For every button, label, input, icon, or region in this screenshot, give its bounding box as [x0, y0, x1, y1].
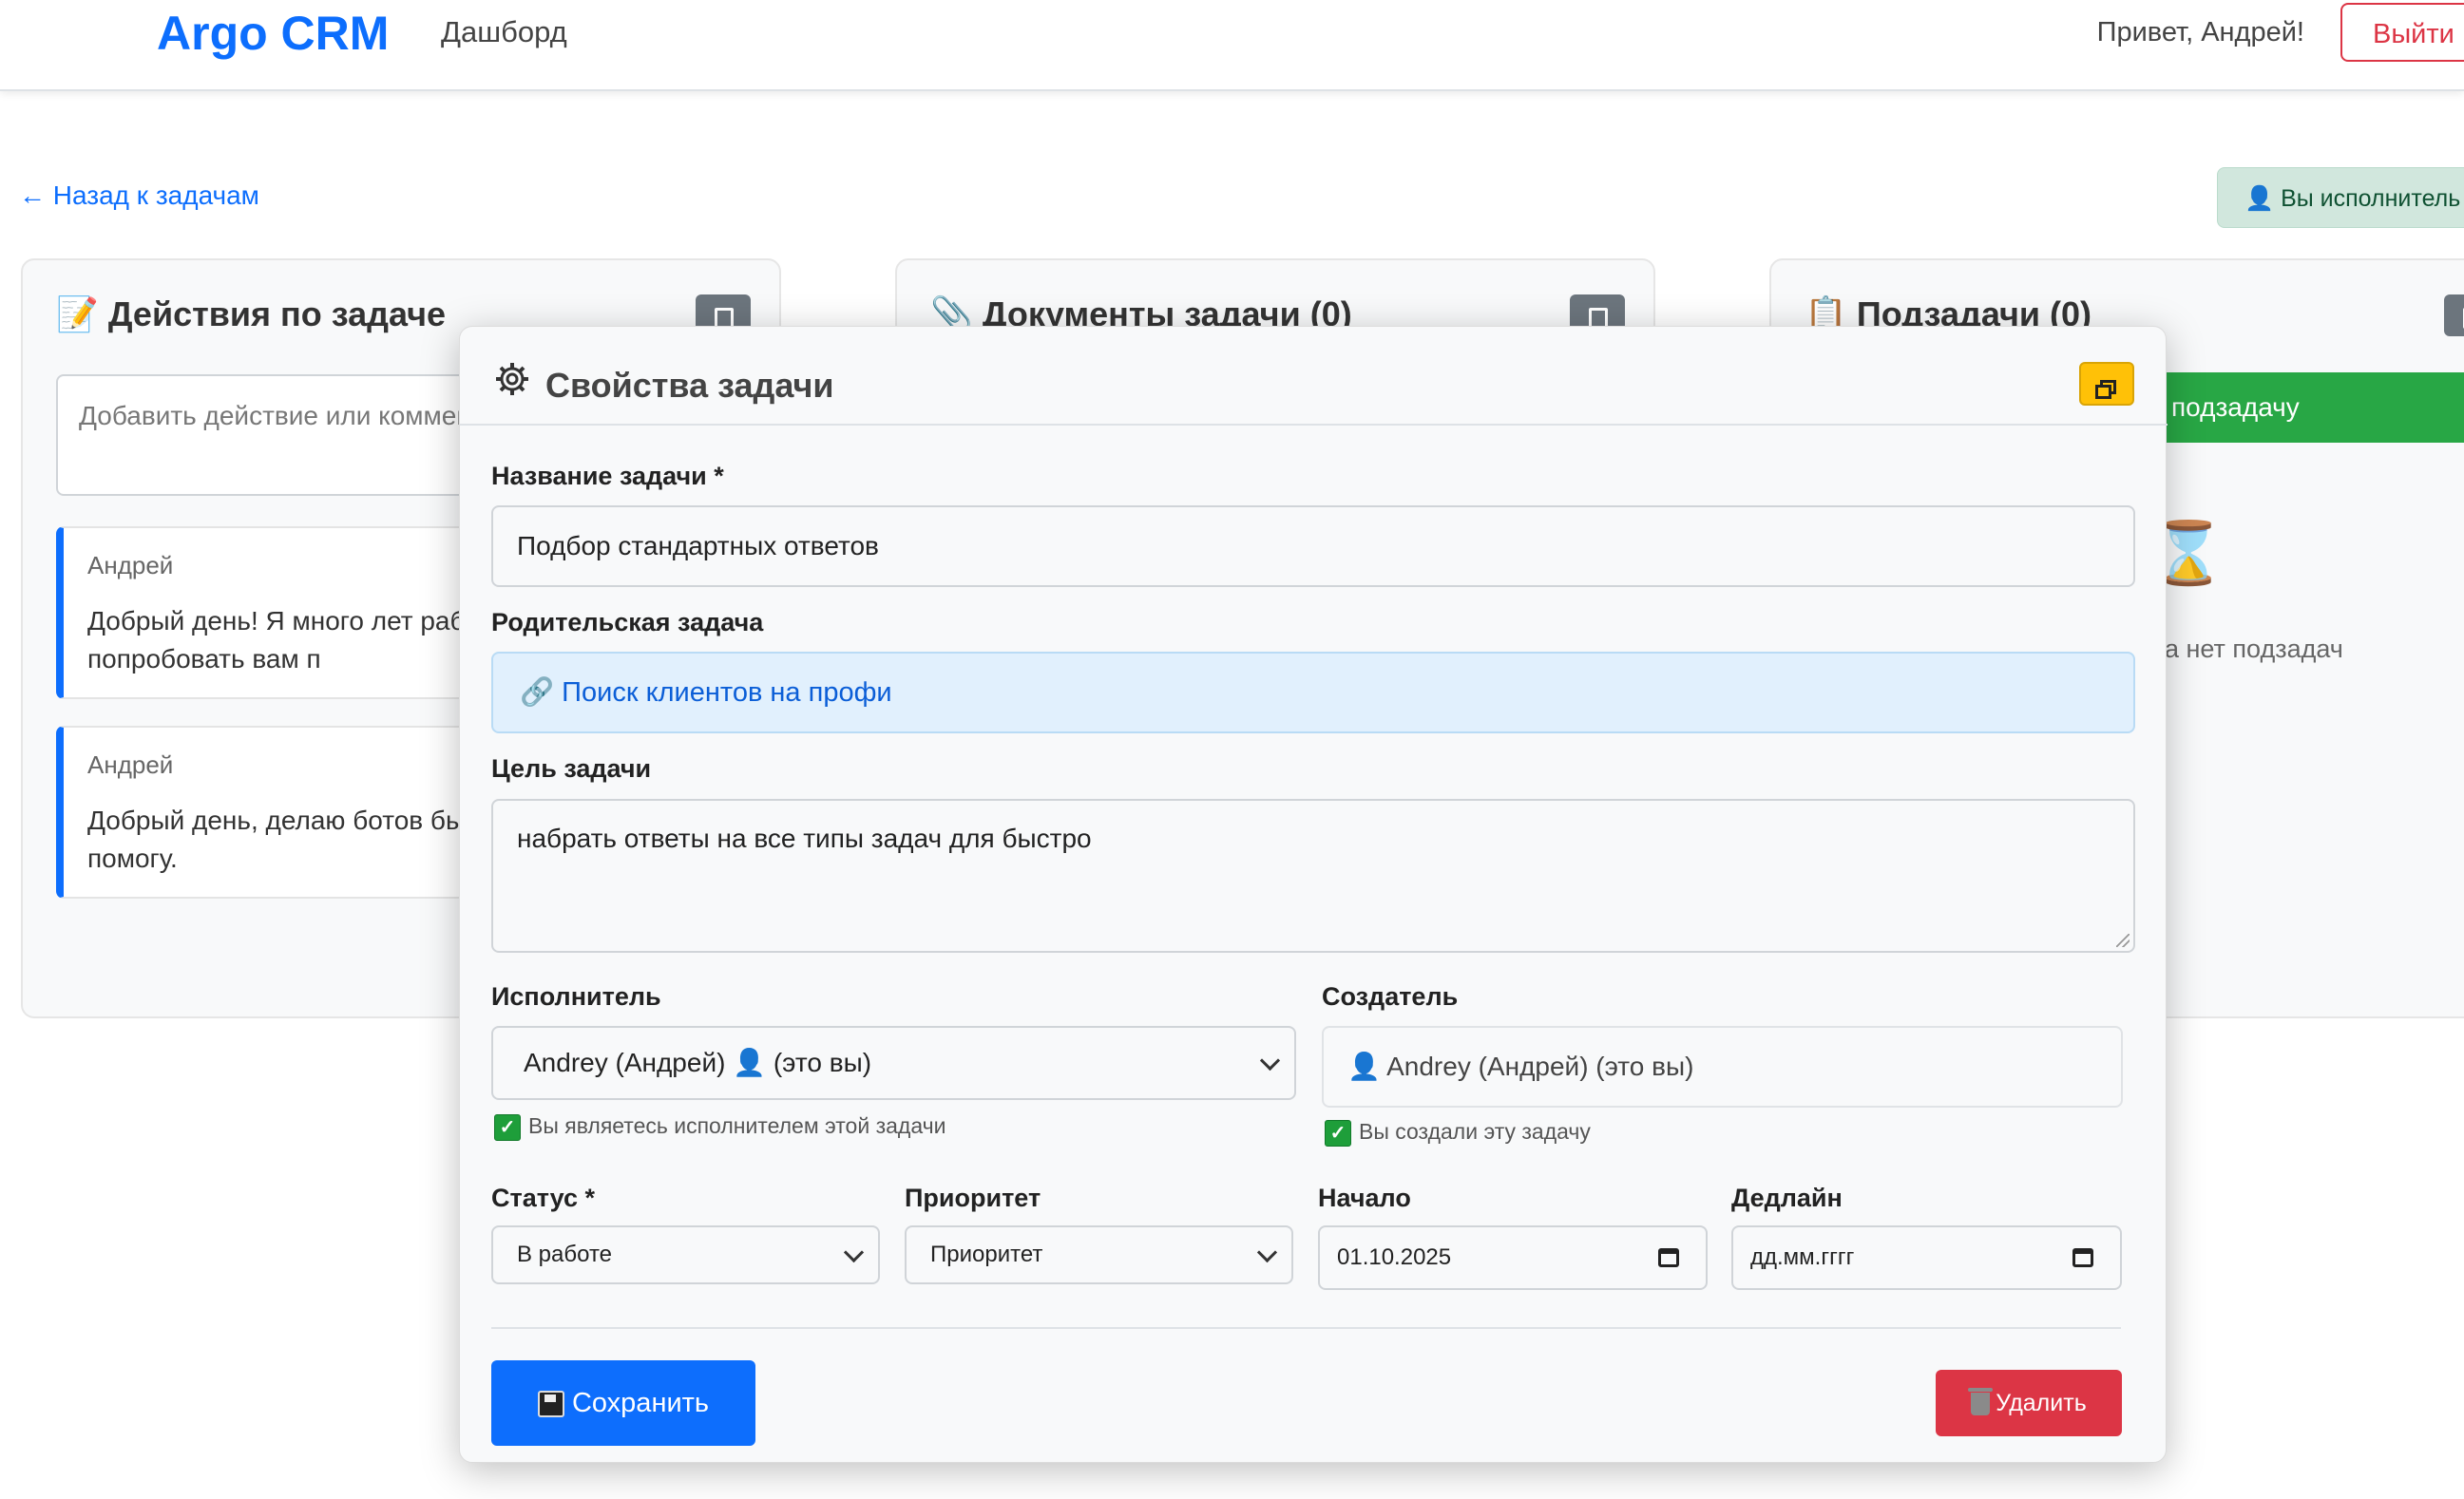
parent-task-link[interactable]: 🔗 Поиск клиентов на профи — [491, 652, 2135, 733]
task-goal-label: Цель задачи — [491, 754, 652, 783]
calendar-icon[interactable] — [1658, 1248, 1679, 1267]
start-date-label: Начало — [1318, 1184, 1411, 1212]
assignee-hint: ✓ Вы являетесь исполнителем этой задачи — [494, 1113, 945, 1141]
creator-field: 👤 Andrey (Андрей) (это вы) — [1322, 1026, 2123, 1108]
modal-title: Свойства задачи — [494, 361, 834, 406]
deadline-label: Дедлайн — [1731, 1184, 1843, 1212]
priority-label: Приоритет — [905, 1184, 1041, 1212]
save-button[interactable]: Сохранить — [491, 1360, 755, 1446]
user-greeting: Привет, Андрей! — [2096, 17, 2304, 47]
actions-card-title: 📝 Действия по задаче — [56, 294, 447, 333]
role-badge-text: Вы исполнитель з — [2281, 185, 2464, 212]
subtasks-card-toggle-button[interactable] — [2444, 294, 2464, 336]
creator-label: Создатель — [1322, 982, 1459, 1011]
deadline-input[interactable]: дд.мм.гггг — [1731, 1225, 2122, 1290]
status-select[interactable]: В работе — [491, 1225, 880, 1284]
assignee-select[interactable]: Andrey (Андрей) 👤 (это вы) — [491, 1026, 1296, 1100]
memo-icon: 📝 — [56, 294, 99, 333]
task-name-input[interactable]: Подбор стандартных ответов — [491, 505, 2135, 587]
nav-link-dashboard[interactable]: Дашборд — [441, 15, 567, 49]
top-navbar: Argo CRM Дашборд Привет, Андрей! Выйти — [0, 0, 2464, 91]
person-icon: 👤 — [2244, 185, 2275, 212]
role-badge: 👤 Вы исполнитель з — [2217, 167, 2464, 228]
task-name-label: Название задачи * — [491, 462, 724, 490]
add-subtask-button[interactable]: подзадачу — [2129, 372, 2464, 443]
task-goal-textarea[interactable]: набрать ответы на все типы задач для быс… — [491, 799, 2135, 953]
back-to-tasks-link[interactable]: ← Назад к задачам — [19, 180, 259, 211]
parent-task-label: Родительская задача — [491, 608, 764, 636]
brand-logo[interactable]: Argo CRM — [157, 6, 389, 61]
start-date-input[interactable]: 01.10.2025 — [1318, 1225, 1708, 1290]
person-icon: 👤 — [1347, 1052, 1381, 1081]
chevron-down-icon — [1256, 1242, 1278, 1263]
comment-author: Андрей — [87, 551, 174, 579]
trash-icon — [1968, 1388, 1994, 1416]
calendar-icon[interactable] — [2072, 1248, 2093, 1267]
chevron-down-icon — [843, 1242, 865, 1263]
check-icon: ✓ — [1325, 1119, 1351, 1147]
divider — [491, 1327, 2121, 1329]
assignee-label: Исполнитель — [491, 982, 661, 1011]
check-icon: ✓ — [494, 1113, 521, 1141]
chevron-down-icon — [1259, 1050, 1281, 1072]
status-label: Статус * — [491, 1184, 596, 1212]
collapse-modal-button[interactable] — [2079, 362, 2134, 406]
floppy-disk-icon — [537, 1391, 564, 1418]
task-properties-modal: Свойства задачи Название задачи * Подбор… — [459, 326, 2168, 1463]
resize-handle[interactable] — [2116, 934, 2130, 947]
logout-button[interactable]: Выйти — [2340, 3, 2464, 62]
modal-header: Свойства задачи — [460, 327, 2168, 426]
comment-author: Андрей — [87, 750, 174, 779]
person-icon: 👤 — [733, 1048, 767, 1077]
link-icon: 🔗 — [520, 677, 555, 708]
delete-button[interactable]: Удалить — [1936, 1370, 2122, 1436]
no-subtasks-text: а нет подзадач — [2165, 635, 2343, 663]
priority-select[interactable]: Приоритет — [905, 1225, 1293, 1284]
creator-hint: ✓ Вы создали эту задачу — [1325, 1119, 1591, 1147]
gear-icon — [494, 361, 532, 406]
